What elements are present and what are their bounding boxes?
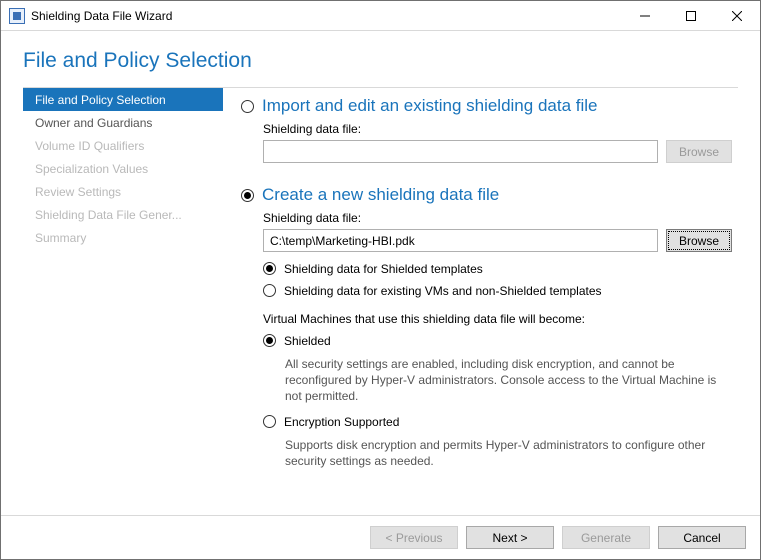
sidebar-item-specialization: Specialization Values bbox=[23, 157, 223, 180]
radio-vm-shielded[interactable] bbox=[263, 334, 276, 347]
vm-shielded-label: Shielded bbox=[284, 334, 331, 348]
close-button[interactable] bbox=[714, 1, 760, 31]
option-import-label: Import and edit an existing shielding da… bbox=[262, 96, 597, 116]
maximize-button[interactable] bbox=[668, 1, 714, 31]
radio-template-nonshielded[interactable] bbox=[263, 284, 276, 297]
import-field-row: Browse bbox=[263, 140, 732, 163]
app-icon bbox=[9, 8, 25, 24]
template-shielded-row: Shielding data for Shielded templates bbox=[263, 262, 732, 276]
sidebar-item-label: Owner and Guardians bbox=[35, 116, 152, 130]
minimize-button[interactable] bbox=[622, 1, 668, 31]
sidebar-item-label: Review Settings bbox=[35, 185, 121, 199]
radio-template-shielded[interactable] bbox=[263, 262, 276, 275]
import-path-input[interactable] bbox=[263, 140, 658, 163]
sidebar-item-review: Review Settings bbox=[23, 180, 223, 203]
create-field-label: Shielding data file: bbox=[263, 211, 732, 225]
vm-encryption-desc: Supports disk encryption and permits Hyp… bbox=[285, 437, 732, 469]
sidebar-item-summary: Summary bbox=[23, 226, 223, 249]
template-shielded-label: Shielding data for Shielded templates bbox=[284, 262, 483, 276]
option-create-label: Create a new shielding data file bbox=[262, 185, 499, 205]
previous-button: < Previous bbox=[370, 526, 458, 549]
sidebar-item-generation: Shielding Data File Gener... bbox=[23, 203, 223, 226]
create-browse-button[interactable]: Browse bbox=[666, 229, 732, 252]
sidebar-item-label: Summary bbox=[35, 231, 86, 245]
sidebar-item-file-policy[interactable]: File and Policy Selection bbox=[23, 88, 223, 111]
vm-encryption-label: Encryption Supported bbox=[284, 415, 399, 429]
sidebar-item-owner-guardians[interactable]: Owner and Guardians bbox=[23, 111, 223, 134]
radio-import[interactable] bbox=[241, 100, 254, 113]
template-nonshielded-row: Shielding data for existing VMs and non-… bbox=[263, 284, 732, 298]
vm-shielded-row: Shielded bbox=[263, 334, 732, 348]
sidebar-item-label: File and Policy Selection bbox=[35, 93, 166, 107]
option-import-row: Import and edit an existing shielding da… bbox=[241, 96, 732, 116]
radio-create[interactable] bbox=[241, 189, 254, 202]
next-button[interactable]: Next > bbox=[466, 526, 554, 549]
wizard-footer: < Previous Next > Generate Cancel bbox=[1, 515, 760, 559]
radio-vm-encryption[interactable] bbox=[263, 415, 276, 428]
import-browse-button: Browse bbox=[666, 140, 732, 163]
generate-button: Generate bbox=[562, 526, 650, 549]
create-field-row: Browse bbox=[263, 229, 732, 252]
sidebar-item-label: Shielding Data File Gener... bbox=[35, 208, 182, 222]
titlebar: Shielding Data File Wizard bbox=[1, 1, 760, 31]
wizard-body: File and Policy Selection File and Polic… bbox=[1, 31, 760, 515]
cancel-button[interactable]: Cancel bbox=[658, 526, 746, 549]
sidebar-item-label: Volume ID Qualifiers bbox=[35, 139, 144, 153]
option-create-row: Create a new shielding data file bbox=[241, 185, 732, 205]
create-path-input[interactable] bbox=[263, 229, 658, 252]
main-panel: Import and edit an existing shielding da… bbox=[223, 87, 738, 515]
window-title: Shielding Data File Wizard bbox=[31, 9, 172, 23]
content-row: File and Policy Selection Owner and Guar… bbox=[23, 87, 738, 515]
sidebar-item-volume-id: Volume ID Qualifiers bbox=[23, 134, 223, 157]
wizard-window: Shielding Data File Wizard File and Poli… bbox=[0, 0, 761, 560]
page-title: File and Policy Selection bbox=[23, 49, 738, 73]
vm-encryption-row: Encryption Supported bbox=[263, 415, 732, 429]
step-sidebar: File and Policy Selection Owner and Guar… bbox=[23, 87, 223, 515]
import-field-label: Shielding data file: bbox=[263, 122, 732, 136]
template-nonshielded-label: Shielding data for existing VMs and non-… bbox=[284, 284, 602, 298]
sidebar-item-label: Specialization Values bbox=[35, 162, 148, 176]
vm-shielded-desc: All security settings are enabled, inclu… bbox=[285, 356, 732, 405]
vm-intro-text: Virtual Machines that use this shielding… bbox=[263, 312, 732, 326]
